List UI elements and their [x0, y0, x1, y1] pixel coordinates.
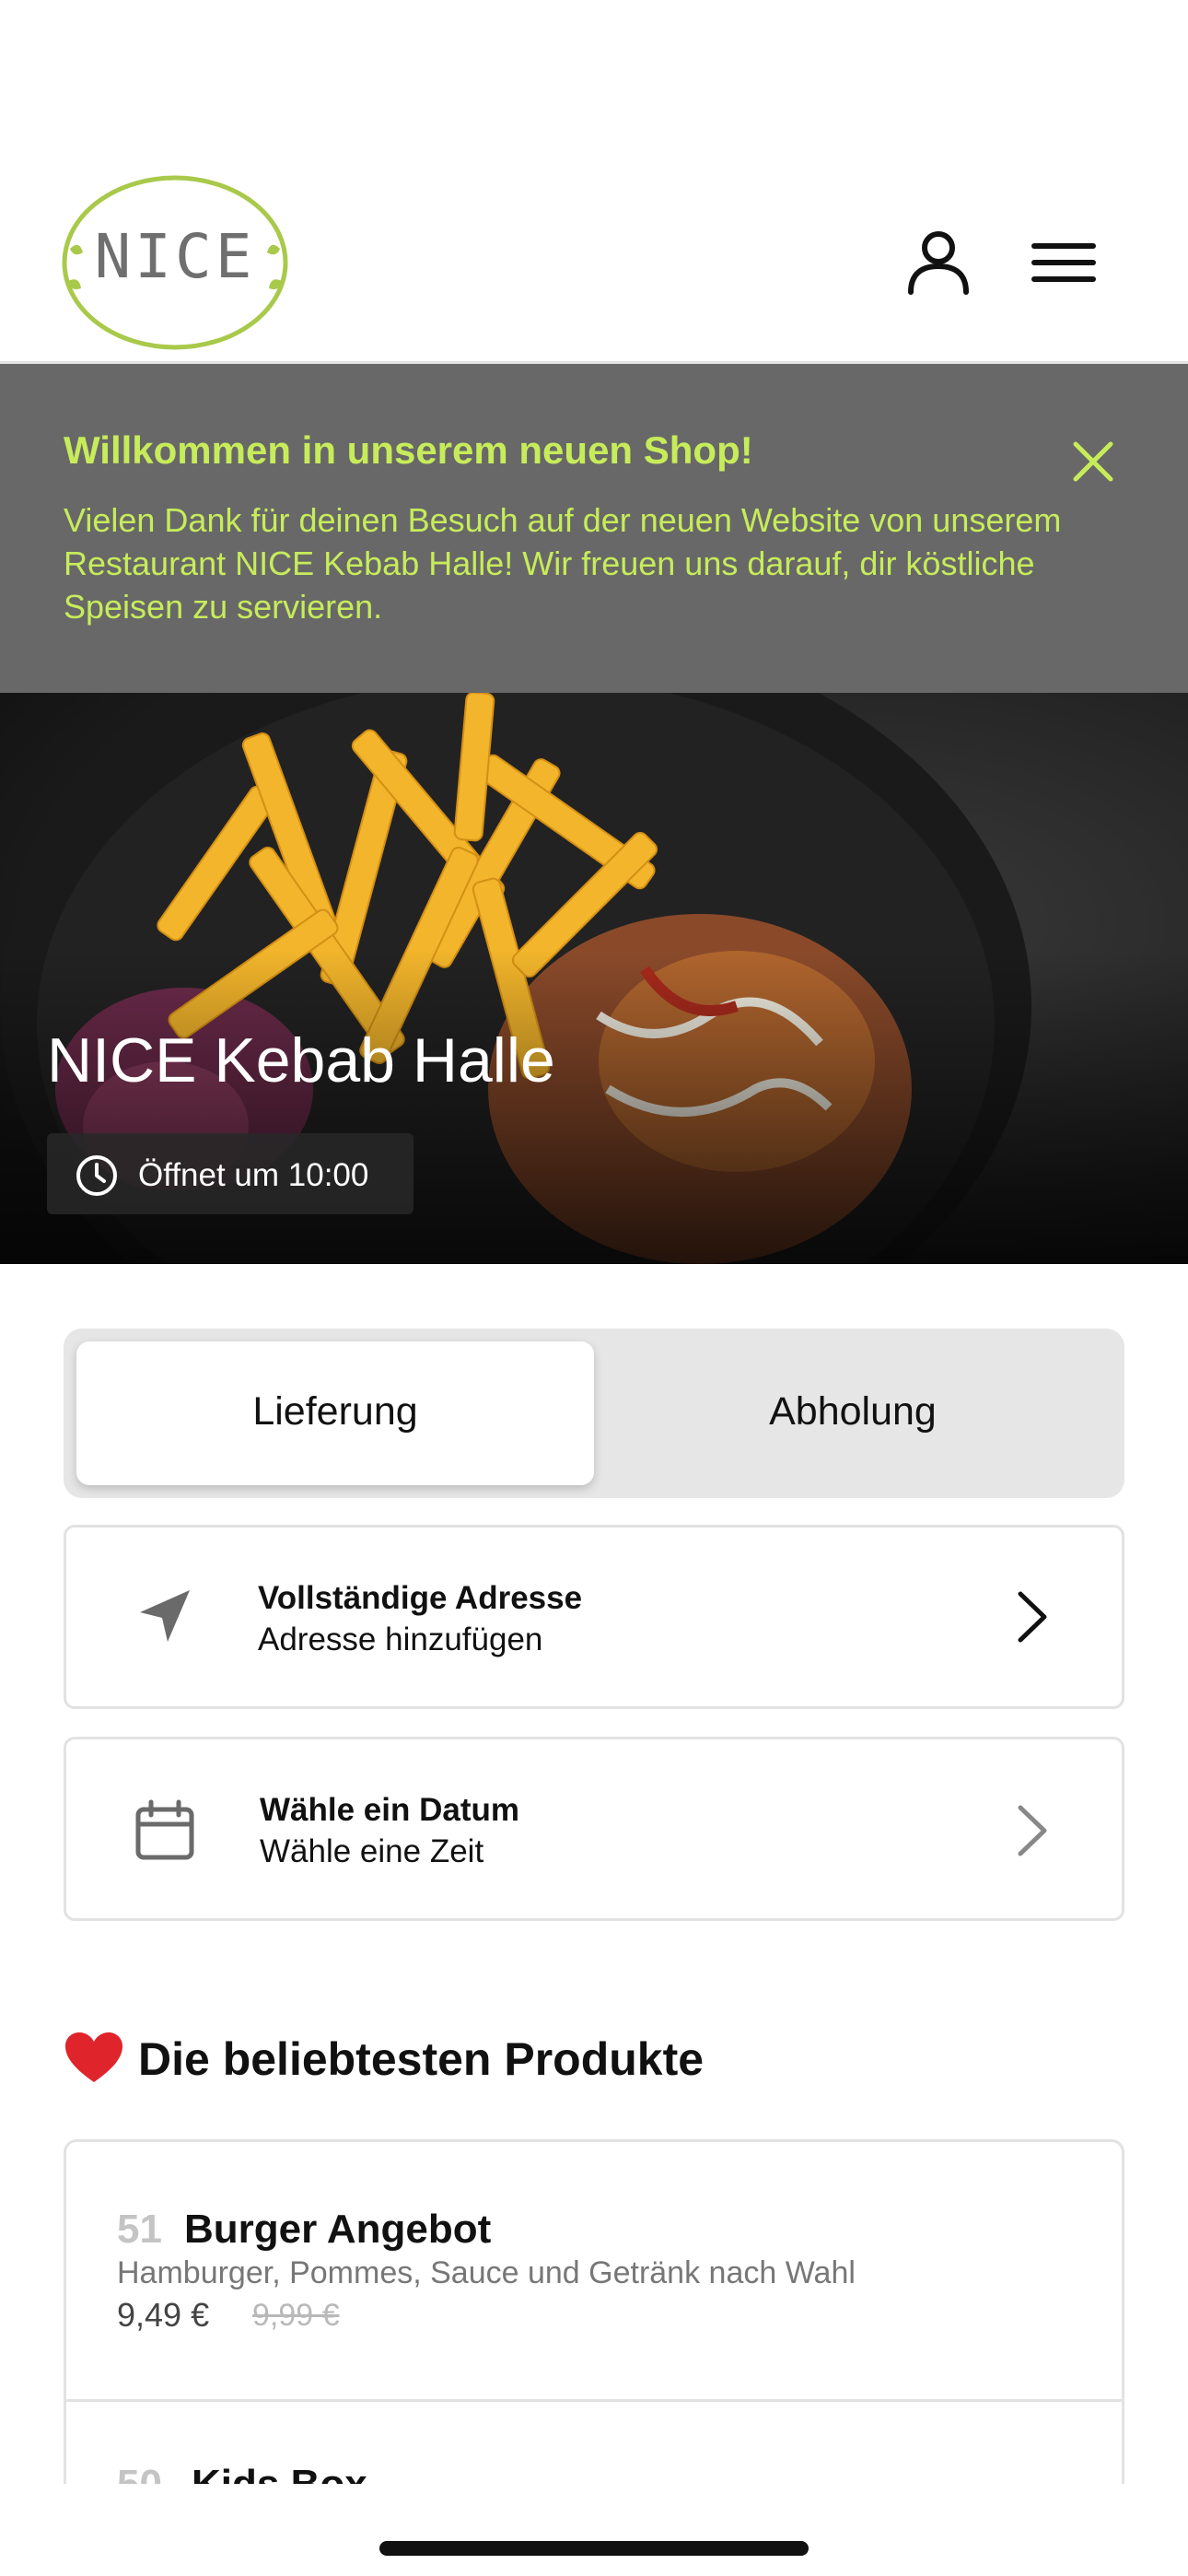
- date-title: Wähle ein Datum: [260, 1792, 519, 1828]
- address-title: Vollständige Adresse: [258, 1580, 583, 1616]
- clock-icon: [76, 1155, 117, 1196]
- chevron-right-icon: [1018, 1805, 1047, 1856]
- product-number: 51: [117, 2207, 162, 2252]
- nice-logo[interactable]: NICE: [61, 175, 289, 350]
- time-subtitle: Wähle eine Zeit: [260, 1833, 484, 1869]
- banner-text: Vielen Dank für deinen Besuch auf der ne…: [64, 501, 1062, 626]
- tab-pickup[interactable]: Abholung: [594, 1389, 1112, 1434]
- user-account-icon[interactable]: [902, 226, 975, 299]
- product-price: 9,49 €: [117, 2296, 210, 2334]
- logo-text: NICE: [94, 221, 256, 292]
- address-selector[interactable]: Vollständige Adresse Adresse hinzufügen: [64, 1525, 1124, 1709]
- address-subtitle: Adresse hinzufügen: [258, 1622, 543, 1657]
- product-name: Burger Angebot: [184, 2207, 492, 2252]
- restaurant-name: NICE Kebab Halle: [47, 1025, 555, 1095]
- heart-icon: [65, 2032, 122, 2082]
- product-old-price: 9,99 €: [252, 2298, 340, 2333]
- bottom-safe-area: [0, 2484, 1188, 2576]
- app-header: NICE: [0, 0, 1188, 364]
- opening-hours-text: Öffnet um 10:00: [138, 1157, 369, 1193]
- calendar-icon: [135, 1799, 194, 1860]
- home-indicator[interactable]: [379, 2541, 809, 2556]
- location-arrow-icon: [140, 1590, 190, 1642]
- date-time-selector[interactable]: Wähle ein Datum Wähle eine Zeit: [64, 1737, 1124, 1921]
- banner-title: Willkommen in unserem neuen Shop!: [64, 428, 753, 472]
- product-description: Hamburger, Pommes, Sauce und Getränk nac…: [117, 2255, 856, 2290]
- close-icon[interactable]: [1066, 435, 1120, 488]
- chevron-right-icon: [1018, 1591, 1047, 1643]
- product-divider: [64, 2399, 1124, 2402]
- tab-delivery[interactable]: Lieferung: [76, 1389, 594, 1434]
- hamburger-menu-icon[interactable]: [1027, 226, 1101, 299]
- popular-products-title: Die beliebtesten Produkte: [138, 2033, 705, 2085]
